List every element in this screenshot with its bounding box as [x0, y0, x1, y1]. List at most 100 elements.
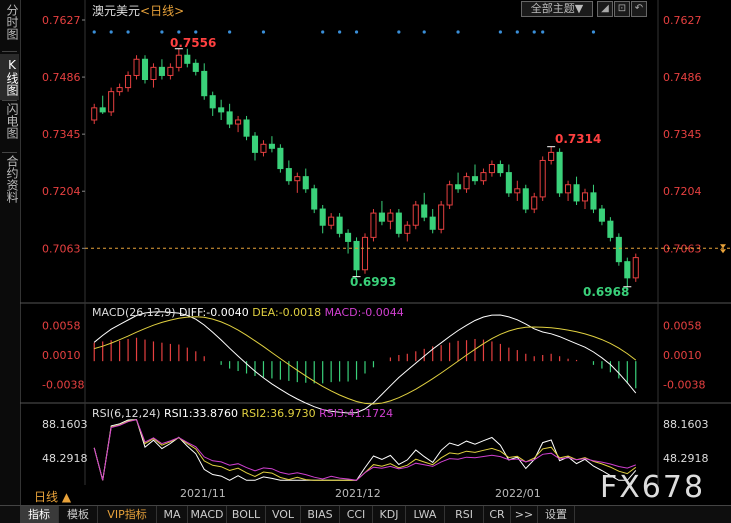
- tab-vip-indicators[interactable]: VIP指标: [98, 506, 157, 523]
- rsi-tick-label-left: 88.1603: [42, 418, 88, 431]
- tab-vol[interactable]: VOL: [266, 506, 301, 523]
- tab-ma[interactable]: MA: [157, 506, 188, 523]
- tab-more[interactable]: >>: [511, 506, 538, 523]
- candle-body: [158, 66, 165, 76]
- resize-icon[interactable]: ◢: [597, 1, 613, 17]
- candle-body: [141, 58, 149, 81]
- rsi-legend: RSI(6,12,24) RSI1:33.8760 RSI2:36.9730 R…: [92, 407, 393, 420]
- macd-macd-value: MACD:-0.0044: [324, 306, 404, 319]
- event-dot: [109, 30, 113, 34]
- macd-dea-value: DEA:-0.0018: [252, 306, 322, 319]
- tab-kdj[interactable]: KDJ: [373, 506, 406, 523]
- candle-body: [404, 224, 411, 234]
- symbol-name: 澳元美元: [92, 4, 141, 18]
- candle-body: [268, 143, 275, 149]
- macd-series: 0.0058 0.0058 0.0010 0.0010 -0.0038 -0.0038: [42, 311, 705, 414]
- tab-lwa[interactable]: LWA: [406, 506, 445, 523]
- rsi3-value: RSI3:41.1724: [319, 407, 394, 420]
- event-dots: [92, 30, 596, 34]
- rsi-tick-label-right: 48.2918: [663, 452, 709, 465]
- candlestick-series: [91, 48, 639, 288]
- tab-time-chart[interactable]: 分时图: [0, 4, 19, 40]
- candle-body: [150, 66, 157, 81]
- candle-body: [514, 188, 521, 194]
- event-dot: [338, 30, 342, 34]
- candle-body: [218, 107, 225, 113]
- candle-body: [311, 188, 318, 210]
- macd-tick-label-left: -0.0038: [42, 379, 84, 392]
- rsi-tick-label-right: 88.1603: [663, 418, 709, 431]
- candle-body: [336, 216, 343, 234]
- candle-body: [99, 107, 106, 113]
- event-dot: [92, 30, 96, 34]
- candle-body: [505, 172, 512, 194]
- chart-canvas[interactable]: 0.0058 0.0058 0.0010 0.0010 -0.0038 -0.0038 8…: [20, 0, 731, 505]
- candle-body: [209, 95, 216, 109]
- high-annotation-1: 0.7556: [170, 36, 217, 50]
- back-icon[interactable]: ↶: [631, 1, 647, 17]
- candle-body: [328, 216, 335, 226]
- price-tick-label-left: 0.7063: [42, 242, 81, 255]
- candle-body: [285, 168, 292, 182]
- candle-body: [607, 220, 614, 238]
- candle-body: [590, 192, 597, 210]
- candle-body: [294, 176, 301, 182]
- price-tick-label-right: 0.7486: [663, 71, 702, 84]
- event-dot: [532, 30, 536, 34]
- event-dot: [498, 30, 502, 34]
- tab-boll[interactable]: BOLL: [227, 506, 266, 523]
- candle-body: [251, 135, 259, 153]
- tab-indicators[interactable]: 指标: [20, 506, 59, 523]
- candle-body: [167, 66, 174, 76]
- candle-body: [395, 212, 402, 234]
- macd-tick-label-left: 0.0058: [42, 319, 81, 332]
- theme-select-button[interactable]: 全部主题▼: [521, 1, 593, 17]
- price-tick-label-left: 0.7627: [42, 14, 81, 27]
- macd-dea-line: [94, 316, 637, 405]
- event-dot: [177, 30, 181, 34]
- candle-body: [446, 184, 453, 206]
- candle-body: [539, 159, 546, 198]
- low-annotation-2: 0.6968: [583, 285, 630, 299]
- tab-k-line-chart[interactable]: K线图: [0, 54, 19, 100]
- tab-bias[interactable]: BIAS: [301, 506, 340, 523]
- tab-macd[interactable]: MACD: [188, 506, 227, 523]
- event-dot: [194, 30, 198, 34]
- candle-body: [370, 212, 377, 238]
- event-dot: [321, 30, 325, 34]
- tab-settings[interactable]: 设置: [538, 506, 575, 523]
- candle-body: [184, 54, 191, 64]
- price-tick-label-left: 0.7345: [42, 128, 81, 141]
- period-toggle[interactable]: 日线 ▲: [34, 488, 71, 505]
- candle-body: [463, 176, 470, 190]
- candle-body: [175, 54, 182, 68]
- tab-cr[interactable]: CR: [484, 506, 511, 523]
- maximize-icon[interactable]: ⊡: [614, 1, 630, 17]
- tab-cci[interactable]: CCI: [340, 506, 373, 523]
- candle-body: [488, 164, 495, 174]
- candle-body: [497, 164, 504, 174]
- candle-body: [226, 111, 233, 125]
- indicator-tab-bar: 指标 模板 VIP指标 MA MACD BOLL VOL BIAS CCI KD…: [0, 505, 731, 523]
- period-subtitle: <日线>: [140, 4, 185, 18]
- macd-tick-label-right: -0.0038: [663, 379, 705, 392]
- tab-rsi[interactable]: RSI: [445, 506, 484, 523]
- candle-body: [277, 147, 284, 170]
- candle-body: [455, 184, 462, 190]
- tab-templates[interactable]: 模板: [59, 506, 98, 523]
- divider: [2, 51, 17, 52]
- candle-body: [353, 240, 360, 271]
- macd-legend: MACD(26,12,9) DIFF:-0.0040 DEA:-0.0018 M…: [92, 306, 404, 319]
- event-dot: [261, 30, 266, 34]
- candle-body: [471, 176, 479, 182]
- rsi3-line: [93, 419, 636, 481]
- rsi-tick-label-left: 48.2918: [42, 452, 88, 465]
- candle-body: [361, 236, 369, 271]
- tab-flash-chart[interactable]: 闪电图: [0, 103, 19, 139]
- candle-body: [632, 257, 639, 279]
- divider: [2, 152, 17, 153]
- event-dot: [160, 30, 164, 34]
- candle-body: [421, 204, 428, 218]
- tab-contract-info[interactable]: 合约资料: [0, 155, 19, 203]
- candle-body: [531, 196, 538, 210]
